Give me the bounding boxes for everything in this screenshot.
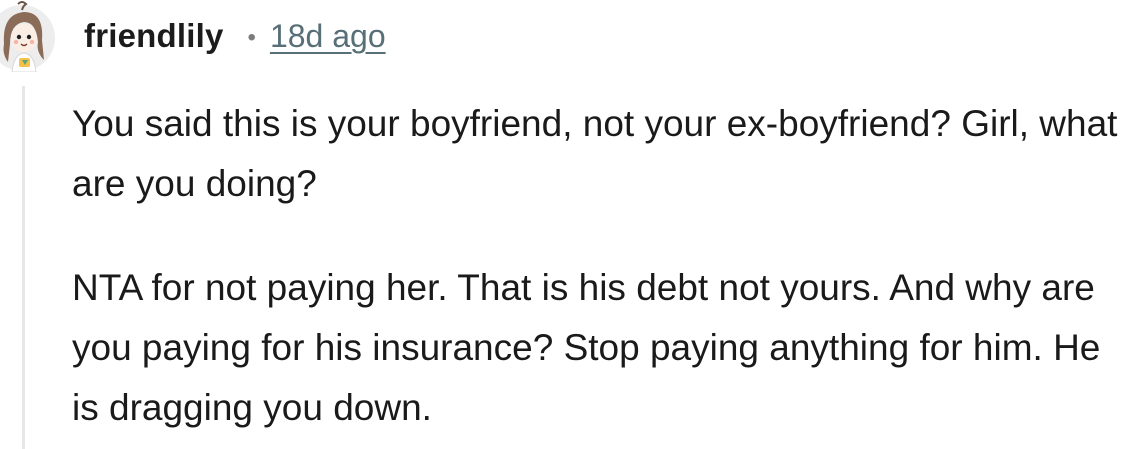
separator-dot: •: [247, 24, 256, 51]
comment-paragraph: You said this is your boyfriend, not you…: [72, 103, 1118, 204]
comment-body: You said this is your boyfriend, not you…: [72, 94, 1122, 438]
user-avatar[interactable]: [0, 0, 56, 72]
comment: friendlily • 18d ago You said this is yo…: [0, 0, 1128, 449]
girl-avatar-icon: [0, 1, 55, 72]
timestamp-link[interactable]: 18d ago: [270, 18, 386, 55]
comment-paragraph: NTA for not paying her. That is his debt…: [72, 267, 1101, 428]
comment-header: friendlily • 18d ago: [84, 12, 386, 60]
thread-collapse-line[interactable]: [22, 86, 25, 449]
username-link[interactable]: friendlily: [84, 17, 224, 55]
